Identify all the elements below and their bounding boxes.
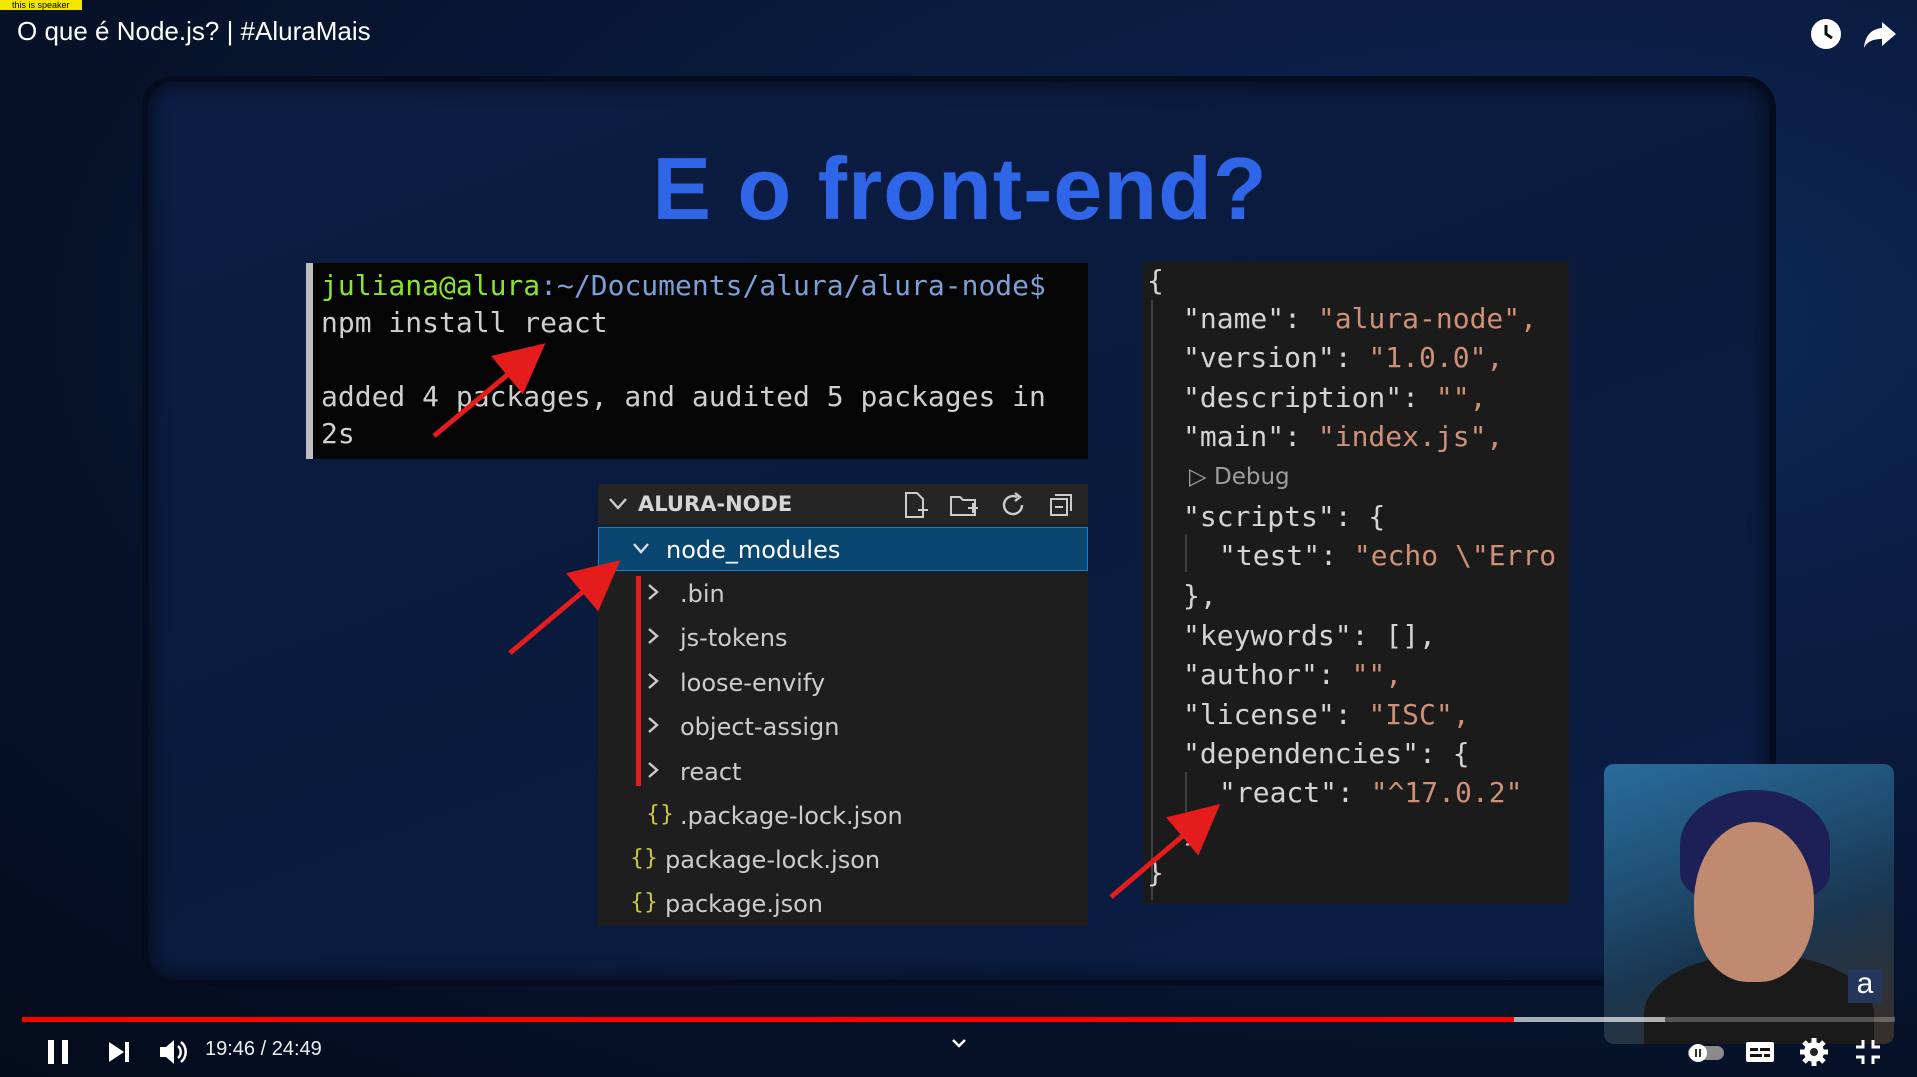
explorer-header: ALURA-NODE [598,484,1088,524]
tree-item-label: loose-envify [680,669,826,697]
tree-item-hidden-lock: {} .package-lock.json [598,794,1088,838]
tree-item-bin: .bin [598,572,1088,616]
indent-guide [1151,300,1153,900]
json-key: "name": [1183,302,1318,335]
tree-item-package-lock: {} package-lock.json [598,838,1088,882]
speaker-tag: this is speaker [0,0,82,10]
terminal-command: npm install react [321,306,608,339]
json-key: "description": [1183,381,1436,414]
code-line: "react": "^17.0.2" [1219,776,1522,809]
chevron-down-icon [609,498,627,510]
code-line: } [1147,856,1164,889]
tree-item-label: package-lock.json [665,846,881,874]
tree-item-label: .package-lock.json [680,802,903,830]
chevron-right-icon [648,584,659,600]
slide-title: E o front-end? [652,139,1268,238]
code-line: "name": "alura-node", [1183,302,1537,335]
terminal-output-2: 2s [321,417,355,450]
terminal-path: :~/Documents/alura/alura-node$ [540,269,1046,302]
indent-guide [1185,534,1187,572]
code-line: "version": "1.0.0", [1183,341,1503,374]
watch-later-icon[interactable] [1806,14,1846,54]
code-line: "main": "index.js", [1183,420,1503,453]
json-file-icon: {} [630,890,658,915]
collapse-all-icon [1050,494,1072,516]
chevron-right-icon [648,628,659,644]
json-key: "react": [1219,776,1371,809]
code-line: "dependencies": { [1183,737,1470,770]
code-line: "description": "", [1183,381,1486,414]
tree-item-node-modules: node_modules [598,527,1088,571]
json-key: "test": [1219,539,1354,572]
indent-guide [1185,772,1187,812]
subtitles-icon[interactable] [1742,1034,1778,1070]
video-title[interactable]: O que é Node.js? | #AluraMais [17,16,371,47]
chevron-right-icon [648,762,659,778]
terminal-prompt: juliana@alura:~/Documents/alura/alura-no… [321,267,1088,304]
share-icon[interactable] [1860,14,1900,54]
highlight-bar [636,576,641,786]
json-key: "license": [1183,698,1369,731]
json-value: "^17.0.2" [1370,776,1523,809]
code-line: "author": "", [1183,658,1402,691]
time-display: 19:46 / 24:49 [205,1038,322,1060]
json-value: "ISC", [1368,698,1470,731]
autoplay-toggle[interactable] [1684,1034,1728,1070]
tree-item-label: package.json [665,890,824,918]
code-line: "license": "ISC", [1183,698,1470,731]
tree-item-loose-envify: loose-envify [598,661,1088,705]
file-explorer: ALURA-NODE node_modules .bin js-tokens l… [598,484,1088,926]
exit-fullscreen-icon[interactable] [1850,1034,1886,1070]
terminal-screenshot: juliana@alura:~/Documents/alura/alura-no… [306,263,1088,459]
json-file-icon: {} [646,802,674,827]
code-line: "scripts": { [1183,500,1386,533]
json-value: "", [1351,658,1403,691]
tree-item-js-tokens: js-tokens [598,616,1088,660]
next-icon[interactable] [100,1034,136,1070]
volume-icon[interactable] [155,1034,191,1070]
refresh-icon [1002,492,1024,516]
terminal-user: juliana@alura [321,269,541,302]
terminal-output: added 4 packages, and audited 5 packages… [321,380,1046,413]
code-line: } [1183,815,1200,848]
json-value: "alura-node", [1317,302,1538,335]
json-value: "1.0.0", [1368,341,1504,374]
explorer-root-label: ALURA-NODE [638,492,793,516]
json-key: "main": [1183,420,1318,453]
chevron-right-icon [648,673,659,689]
json-value: "", [1435,381,1487,414]
tree-item-label: .bin [680,580,725,608]
alura-logo: a [1848,969,1882,1003]
tree-item-label: node_modules [666,536,841,564]
video-frame[interactable]: this is speaker O que é Node.js? | #Alur… [0,0,1917,1077]
chevron-down-icon [633,543,649,554]
new-folder-icon [950,496,978,516]
settings-icon[interactable] [1796,1034,1832,1070]
new-file-icon [905,492,928,518]
speaker-face [1694,822,1814,982]
code-line: "keywords": [], [1183,619,1436,652]
json-key: "author": [1183,658,1352,691]
tree-item-react: react [598,750,1088,794]
json-file-icon: {} [630,846,658,871]
pause-icon[interactable] [40,1034,76,1070]
tree-item-label: js-tokens [680,624,788,652]
code-line: "test": "echo \"Erro [1219,539,1556,572]
code-line: }, [1183,579,1217,612]
tree-item-package-json: {} package.json [598,882,1088,926]
json-value: "echo \"Erro [1353,539,1557,572]
tree-item-label: object-assign [680,713,840,741]
chevron-down-icon[interactable] [941,1030,977,1066]
speaker-camera: a [1604,764,1894,1044]
chevron-right-icon [648,717,659,733]
code-line: { [1147,264,1164,297]
tree-item-object-assign: object-assign [598,705,1088,749]
package-json-code: { "name": "alura-node", "version": "1.0.… [1143,262,1569,904]
tree-item-label: react [680,758,742,786]
json-value: "index.js", [1317,420,1504,453]
progress-played [22,1017,1514,1022]
json-key: "version": [1183,341,1369,374]
debug-label: Debug [1214,464,1290,490]
debug-codelens: ▷ Debug [1189,464,1290,490]
